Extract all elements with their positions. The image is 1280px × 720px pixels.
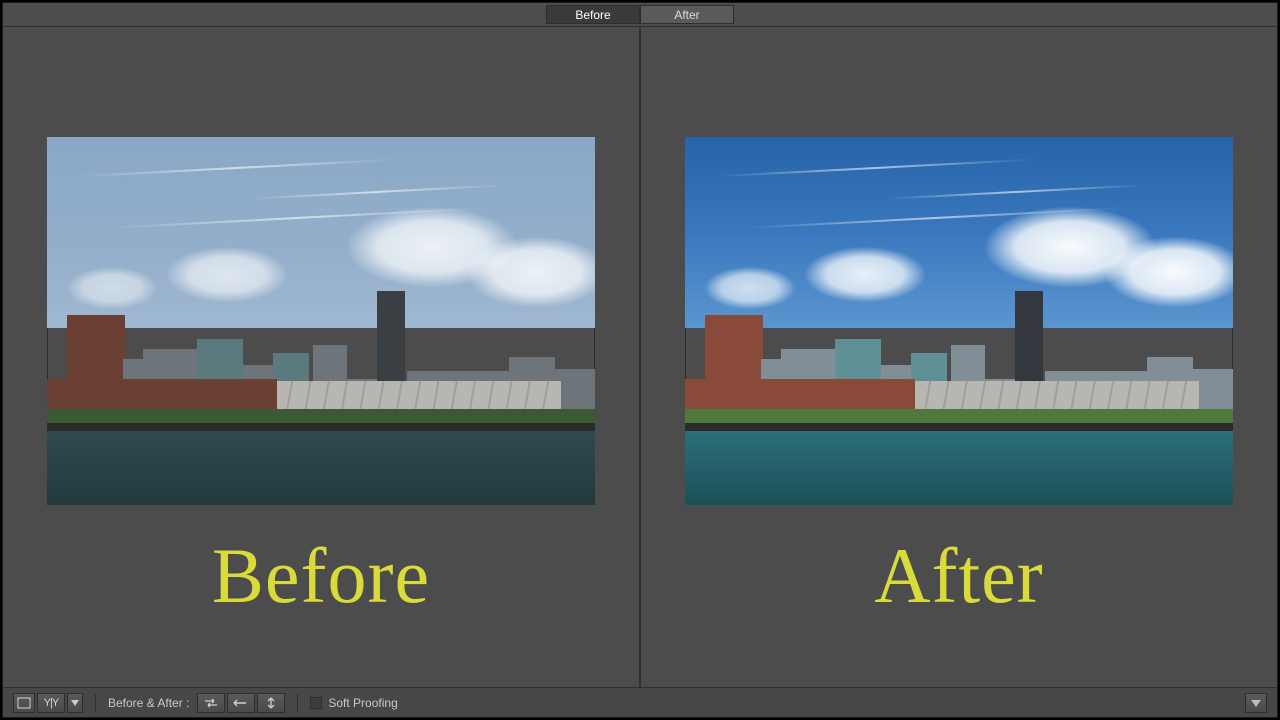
tab-before[interactable]: Before — [546, 5, 640, 24]
copy-after-to-before-button[interactable] — [197, 693, 225, 713]
before-overlay-label: Before — [212, 531, 430, 621]
compare-tab-bar: Before After — [3, 3, 1277, 27]
before-image[interactable] — [47, 137, 595, 505]
after-pane: After — [641, 27, 1277, 687]
soft-proofing-toggle[interactable]: Soft Proofing — [310, 696, 397, 710]
view-mode-group: Y|Y — [13, 693, 83, 713]
panel-expand-button[interactable] — [1245, 693, 1267, 713]
soft-proofing-label: Soft Proofing — [328, 696, 397, 710]
app-frame: Before After — [2, 2, 1278, 718]
after-overlay-label: After — [874, 531, 1044, 621]
after-image[interactable] — [685, 137, 1233, 505]
before-after-label: Before & After : — [108, 696, 189, 710]
soft-proofing-checkbox[interactable] — [310, 697, 322, 709]
loupe-view-button[interactable] — [13, 693, 35, 713]
separator — [95, 694, 96, 712]
compare-menu-button[interactable] — [67, 693, 83, 713]
before-pane: Before — [3, 27, 641, 687]
swap-group — [197, 693, 285, 713]
swap-before-after-button[interactable] — [257, 693, 285, 713]
compare-area: Before — [3, 27, 1277, 687]
compare-yy-button[interactable]: Y|Y — [37, 693, 65, 713]
copy-before-to-after-button[interactable] — [227, 693, 255, 713]
bottom-toolbar: Y|Y Before & After : Soft Proofing — [3, 687, 1277, 717]
separator — [297, 694, 298, 712]
tab-after[interactable]: After — [640, 5, 734, 24]
